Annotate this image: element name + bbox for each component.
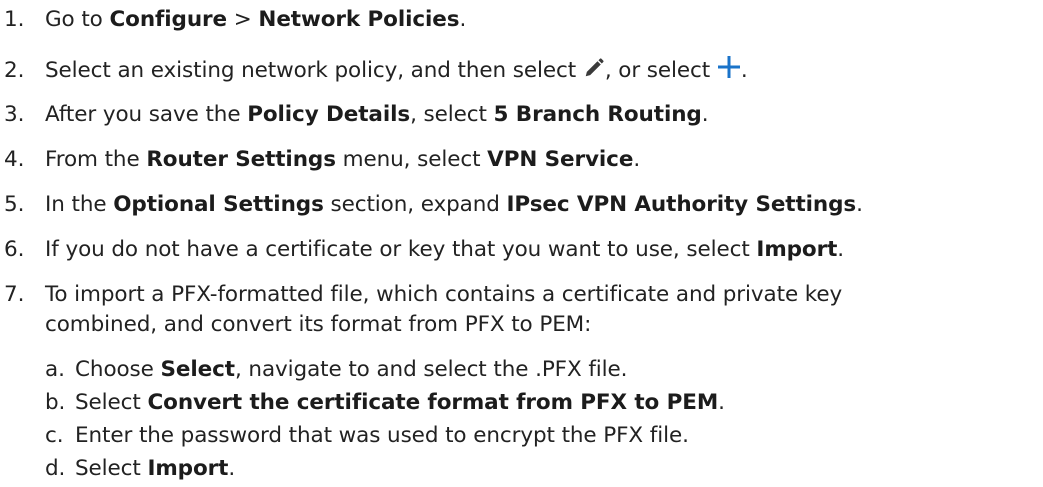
substep-d: d. Select Import. <box>45 454 235 484</box>
step-text: menu, select <box>335 147 488 172</box>
step-number: 7. <box>4 282 25 307</box>
step-bold-text: Import <box>756 237 838 262</box>
step-3: 3. After you save the Policy Details, sel… <box>0 100 709 130</box>
step-text: . <box>459 7 467 32</box>
step-text: After you save the <box>45 102 248 127</box>
step-number: 4. <box>4 147 25 172</box>
substep-letter: a. <box>45 357 65 382</box>
step-bold-text: Network Policies <box>258 7 460 32</box>
substep-letter: c. <box>45 423 64 448</box>
substep-text: , navigate to and select the .PFX file. <box>234 357 628 382</box>
step-text: . <box>837 237 845 262</box>
step-bold-text: VPN Service <box>487 147 634 172</box>
step-bold-text: Optional Settings <box>113 192 324 217</box>
substep-letter: b. <box>45 390 66 415</box>
step-bold-text: IPsec VPN Authority Settings <box>506 192 857 217</box>
step-text: , or select <box>604 58 717 83</box>
step-text: Select an existing network policy, and t… <box>45 58 583 83</box>
step-number: 2. <box>4 58 25 83</box>
substep-text: . <box>228 456 236 481</box>
step-text: section, expand <box>323 192 507 217</box>
substep-text: Select <box>75 390 148 415</box>
substep-text: Select <box>75 456 148 481</box>
step-text: combined, and convert its format from PF… <box>45 312 592 337</box>
step-text: If you do not have a certificate or key … <box>45 237 757 262</box>
step-4: 4. From the Router Settings menu, select … <box>0 145 640 175</box>
step-bold-text: 5 Branch Routing <box>493 102 702 127</box>
substep-text: . <box>718 390 725 415</box>
substep-letter: d. <box>45 456 66 481</box>
step-bold-text: Router Settings <box>146 147 336 172</box>
step-7: 7. To import a PFX-formatted file, which … <box>0 280 842 310</box>
substep-c: c. Enter the password that was used to en… <box>45 421 689 451</box>
step-number: 1. <box>4 7 25 32</box>
step-text: In the <box>45 192 114 217</box>
substep-text: Choose <box>75 357 161 382</box>
step-text: > <box>227 7 259 32</box>
step-text: . <box>701 102 709 127</box>
step-bold-text: Configure <box>109 7 228 32</box>
step-text: . <box>740 58 748 83</box>
substep-a: a. Choose Select, navigate to and select … <box>45 355 628 385</box>
step-7-continuation: combined, and convert its format from PF… <box>45 310 591 340</box>
step-text: . <box>856 192 863 217</box>
step-text: , select <box>410 102 494 127</box>
instruction-document: 1. Go to Configure > Network Policies. 2.… <box>0 0 1043 487</box>
step-text: . <box>633 147 641 172</box>
plus-icon <box>717 55 741 88</box>
step-2: 2. Select an existing network policy, and… <box>0 55 748 88</box>
step-6: 6. If you do not have a certificate or ke… <box>0 235 844 265</box>
pencil-icon <box>583 57 605 88</box>
step-bold-text: Policy Details <box>247 102 411 127</box>
step-1: 1. Go to Configure > Network Policies. <box>0 5 466 35</box>
step-number: 6. <box>4 237 25 262</box>
substep-bold-text: Convert the certificate format from PFX … <box>147 390 719 415</box>
substep-bold-text: Select <box>160 357 236 382</box>
step-text: From the <box>45 147 147 172</box>
substep-b: b. Select Convert the certificate format … <box>45 388 725 418</box>
substep-text: Enter the password that was used to encr… <box>75 423 689 448</box>
step-number: 3. <box>4 102 25 127</box>
step-5: 5. In the Optional Settings section, expa… <box>0 190 863 220</box>
step-text: To import a PFX-formatted file, which co… <box>45 282 843 307</box>
step-text: Go to <box>45 7 110 32</box>
step-number: 5. <box>4 192 25 217</box>
substep-bold-text: Import <box>147 456 229 481</box>
